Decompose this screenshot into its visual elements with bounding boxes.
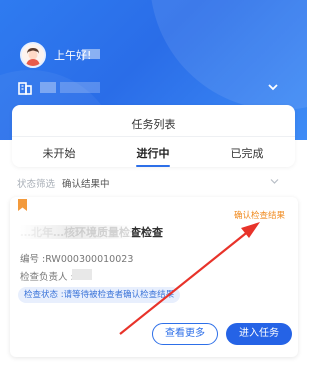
avatar[interactable] [20,42,46,68]
divider [12,136,295,137]
user-name-redacted [82,49,100,59]
filter-label: 状态筛选 [17,179,56,190]
enter-task-button[interactable]: 进入任务 [226,323,292,345]
owner-name-redacted [72,269,92,280]
task-list-card: 任务列表 未开始 进行中 已完成 [12,105,295,167]
bookmark-icon [18,199,27,211]
tab-completed[interactable]: 已完成 [200,145,294,161]
tab-not-started[interactable]: 未开始 [12,145,106,161]
task-card[interactable]: 确认检查结果 …北年…核环境质量检查检查 编号 :RW000300010023 … [10,197,298,357]
status-pill: 检查状态 :请等待被检查者确认检查结果 [18,287,181,303]
chevron-down-icon[interactable] [267,82,279,92]
organization-name-redacted [60,82,100,93]
chevron-down-icon[interactable] [270,178,279,185]
task-owner-label: 检查负责人 : [20,272,74,283]
view-more-button[interactable]: 查看更多 [152,323,218,345]
organization-name-redacted [40,82,56,93]
task-list-title: 任务列表 [131,118,176,131]
active-tab-indicator [136,165,170,167]
building-icon [18,82,32,95]
title-redacted [20,225,132,239]
avatar-icon [22,44,44,66]
tab-in-progress[interactable]: 进行中 [106,145,200,161]
filter-value[interactable]: 确认结果中 [62,176,110,190]
task-code: 编号 :RW000300010023 [20,254,134,265]
banner-decoration [150,0,307,110]
status-tag: 确认检查结果 [234,211,286,221]
